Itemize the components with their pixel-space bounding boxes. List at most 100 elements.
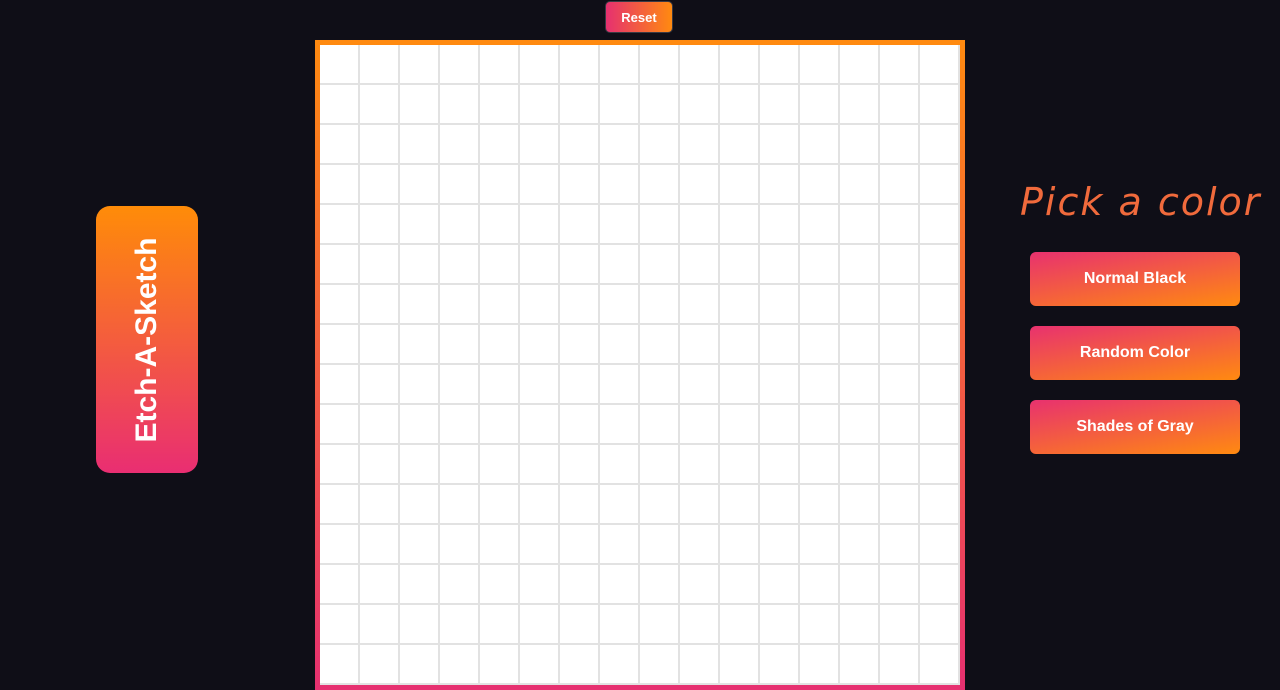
grid-cell[interactable] xyxy=(840,365,880,405)
grid-cell[interactable] xyxy=(920,365,960,405)
grid-cell[interactable] xyxy=(920,445,960,485)
grid-cell[interactable] xyxy=(400,85,440,125)
grid-cell[interactable] xyxy=(440,325,480,365)
grid-cell[interactable] xyxy=(520,125,560,165)
grid-cell[interactable] xyxy=(400,605,440,645)
grid-cell[interactable] xyxy=(920,525,960,565)
grid-cell[interactable] xyxy=(680,405,720,445)
grid-cell[interactable] xyxy=(720,245,760,285)
grid-cell[interactable] xyxy=(320,245,360,285)
grid-cell[interactable] xyxy=(760,85,800,125)
grid-cell[interactable] xyxy=(600,445,640,485)
grid-cell[interactable] xyxy=(560,85,600,125)
grid-cell[interactable] xyxy=(920,165,960,205)
grid-cell[interactable] xyxy=(800,325,840,365)
grid-cell[interactable] xyxy=(440,365,480,405)
grid-cell[interactable] xyxy=(480,645,520,685)
grid-cell[interactable] xyxy=(800,45,840,85)
grid-cell[interactable] xyxy=(760,485,800,525)
grid-cell[interactable] xyxy=(320,605,360,645)
grid-cell[interactable] xyxy=(360,125,400,165)
grid-cell[interactable] xyxy=(400,165,440,205)
grid-cell[interactable] xyxy=(440,245,480,285)
grid-cell[interactable] xyxy=(920,245,960,285)
grid-cell[interactable] xyxy=(840,45,880,85)
grid-cell[interactable] xyxy=(720,85,760,125)
sketch-grid[interactable] xyxy=(320,45,960,685)
grid-cell[interactable] xyxy=(680,485,720,525)
grid-cell[interactable] xyxy=(400,245,440,285)
grid-cell[interactable] xyxy=(360,485,400,525)
grid-cell[interactable] xyxy=(640,45,680,85)
grid-cell[interactable] xyxy=(440,165,480,205)
grid-cell[interactable] xyxy=(880,485,920,525)
grid-cell[interactable] xyxy=(760,365,800,405)
grid-cell[interactable] xyxy=(560,365,600,405)
grid-cell[interactable] xyxy=(800,125,840,165)
grid-cell[interactable] xyxy=(440,485,480,525)
grid-cell[interactable] xyxy=(400,525,440,565)
grid-cell[interactable] xyxy=(520,445,560,485)
grid-cell[interactable] xyxy=(360,325,400,365)
grid-cell[interactable] xyxy=(440,285,480,325)
grid-cell[interactable] xyxy=(800,285,840,325)
grid-cell[interactable] xyxy=(640,405,680,445)
grid-cell[interactable] xyxy=(320,325,360,365)
grid-cell[interactable] xyxy=(680,525,720,565)
grid-cell[interactable] xyxy=(720,565,760,605)
grid-cell[interactable] xyxy=(600,525,640,565)
grid-cell[interactable] xyxy=(560,645,600,685)
grid-cell[interactable] xyxy=(640,645,680,685)
grid-cell[interactable] xyxy=(520,365,560,405)
grid-cell[interactable] xyxy=(480,45,520,85)
grid-cell[interactable] xyxy=(880,125,920,165)
grid-cell[interactable] xyxy=(760,205,800,245)
grid-cell[interactable] xyxy=(760,645,800,685)
grid-cell[interactable] xyxy=(560,205,600,245)
grid-cell[interactable] xyxy=(760,125,800,165)
grid-cell[interactable] xyxy=(640,205,680,245)
grid-cell[interactable] xyxy=(840,165,880,205)
grid-cell[interactable] xyxy=(880,445,920,485)
grid-cell[interactable] xyxy=(840,565,880,605)
grid-cell[interactable] xyxy=(920,485,960,525)
grid-cell[interactable] xyxy=(360,605,400,645)
grid-cell[interactable] xyxy=(640,245,680,285)
grid-cell[interactable] xyxy=(800,365,840,405)
grid-cell[interactable] xyxy=(600,485,640,525)
grid-cell[interactable] xyxy=(320,365,360,405)
grid-cell[interactable] xyxy=(680,85,720,125)
grid-cell[interactable] xyxy=(400,285,440,325)
reset-button[interactable]: Reset xyxy=(605,1,673,33)
grid-cell[interactable] xyxy=(520,605,560,645)
grid-cell[interactable] xyxy=(640,325,680,365)
grid-cell[interactable] xyxy=(880,245,920,285)
grid-cell[interactable] xyxy=(720,525,760,565)
grid-cell[interactable] xyxy=(480,165,520,205)
grid-cell[interactable] xyxy=(800,565,840,605)
grid-cell[interactable] xyxy=(840,645,880,685)
grid-cell[interactable] xyxy=(400,645,440,685)
grid-cell[interactable] xyxy=(600,565,640,605)
grid-cell[interactable] xyxy=(800,245,840,285)
grid-cell[interactable] xyxy=(520,325,560,365)
grid-cell[interactable] xyxy=(920,565,960,605)
grid-cell[interactable] xyxy=(400,325,440,365)
grid-cell[interactable] xyxy=(800,525,840,565)
grid-cell[interactable] xyxy=(600,605,640,645)
grid-cell[interactable] xyxy=(600,205,640,245)
grid-cell[interactable] xyxy=(840,445,880,485)
grid-cell[interactable] xyxy=(640,525,680,565)
grid-cell[interactable] xyxy=(720,445,760,485)
grid-cell[interactable] xyxy=(720,325,760,365)
grid-cell[interactable] xyxy=(400,445,440,485)
grid-cell[interactable] xyxy=(760,325,800,365)
grid-cell[interactable] xyxy=(680,365,720,405)
grid-cell[interactable] xyxy=(720,485,760,525)
grid-cell[interactable] xyxy=(880,525,920,565)
grid-cell[interactable] xyxy=(920,285,960,325)
grid-cell[interactable] xyxy=(640,125,680,165)
grid-cell[interactable] xyxy=(320,445,360,485)
grid-cell[interactable] xyxy=(360,405,400,445)
grid-cell[interactable] xyxy=(600,245,640,285)
